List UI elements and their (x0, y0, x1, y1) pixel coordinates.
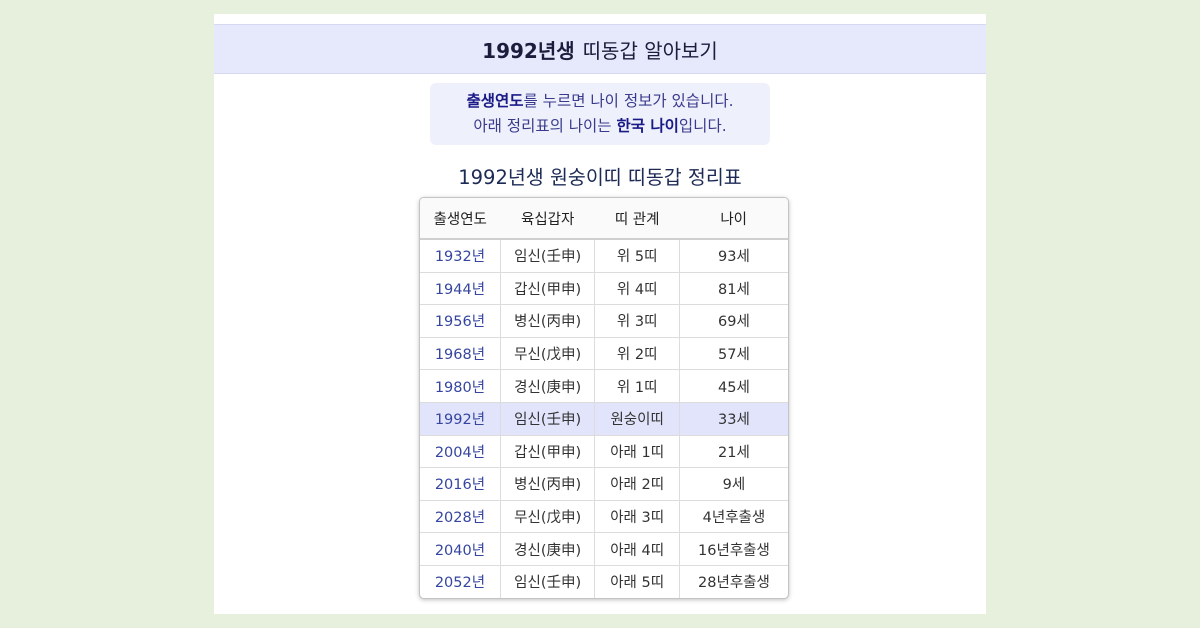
ganji-cell: 임신(壬申) (499, 564, 595, 598)
year-link[interactable]: 2028년 (420, 499, 501, 533)
year-link[interactable]: 1968년 (420, 336, 501, 370)
age-cell: 28년후출생 (678, 564, 788, 598)
age-cell: 57세 (678, 336, 788, 370)
year-link[interactable]: 2004년 (420, 434, 501, 468)
table-row: 2040년 경신(庚申) 아래 4띠 16년후출생 (420, 532, 788, 566)
notice-line2-post: 입니다. (678, 117, 727, 135)
year-link[interactable]: 1980년 (420, 369, 501, 403)
top-spacer (214, 14, 986, 24)
year-link[interactable]: 1992년 (420, 401, 501, 436)
table-title: 1992년생 원숭이띠 띠동갑 정리표 (458, 166, 742, 189)
notice-line1-text: 를 누르면 나이 정보가 있습니다. (523, 92, 734, 110)
ddi-table-container: 출생연도 육십갑자 띠 관계 나이 1932년 임신(壬申) 위 5띠 93세 … (419, 197, 789, 599)
table-row: 1956년 병신(丙申) 위 3띠 69세 (420, 304, 788, 338)
table-row: 1932년 임신(壬申) 위 5띠 93세 (420, 238, 788, 273)
table-row: 2052년 임신(壬申) 아래 5띠 28년후출생 (420, 564, 788, 598)
info-notice: 출생연도를 누르면 나이 정보가 있습니다. 아래 정리표의 나이는 한국 나이… (430, 83, 770, 145)
notice-bold-age: 한국 나이 (616, 117, 679, 135)
year-link[interactable]: 1932년 (420, 238, 501, 273)
notice-bold-year: 출생연도 (466, 92, 524, 110)
year-link[interactable]: 1944년 (420, 271, 501, 305)
relation-cell: 아래 5띠 (594, 564, 680, 598)
relation-cell: 아래 1띠 (594, 434, 680, 468)
table-row: 1944년 갑신(甲申) 위 4띠 81세 (420, 271, 788, 305)
table-row: 2004년 갑신(甲申) 아래 1띠 21세 (420, 434, 788, 468)
ganji-cell: 갑신(甲申) (499, 271, 595, 305)
age-cell: 81세 (678, 271, 788, 305)
relation-cell: 위 3띠 (594, 304, 680, 338)
header-title-bold: 1992년생 (482, 38, 575, 63)
age-cell: 16년후출생 (678, 532, 788, 566)
table-row: 1980년 경신(庚申) 위 1띠 45세 (420, 369, 788, 403)
relation-cell: 위 2띠 (594, 336, 680, 370)
header-title-rest: 띠동갑 알아보기 (582, 38, 718, 63)
relation-cell: 위 4띠 (594, 271, 680, 305)
page-header: 1992년생 띠동갑 알아보기 (214, 24, 986, 74)
ganji-cell: 무신(戊申) (499, 336, 595, 370)
notice-line-1: 출생연도를 누르면 나이 정보가 있습니다. (430, 89, 770, 114)
ganji-cell: 임신(壬申) (499, 401, 595, 436)
notice-line-2: 아래 정리표의 나이는 한국 나이입니다. (430, 114, 770, 139)
column-header-ganji: 육십갑자 (500, 198, 595, 240)
relation-cell: 아래 3띠 (594, 499, 680, 533)
content-card: 1992년생 띠동갑 알아보기 출생연도를 누르면 나이 정보가 있습니다. 아… (214, 14, 986, 614)
relation-cell: 위 1띠 (594, 369, 680, 403)
ddi-table: 출생연도 육십갑자 띠 관계 나이 1932년 임신(壬申) 위 5띠 93세 … (420, 198, 788, 598)
age-cell: 45세 (678, 369, 788, 403)
age-cell: 93세 (678, 238, 788, 273)
year-link[interactable]: 2040년 (420, 532, 501, 566)
relation-cell: 원숭이띠 (594, 401, 680, 436)
relation-cell: 아래 2띠 (594, 467, 680, 501)
column-header-year: 출생연도 (420, 198, 501, 240)
ganji-cell: 경신(庚申) (499, 369, 595, 403)
table-row-current: 1992년 임신(壬申) 원숭이띠 33세 (420, 401, 788, 436)
relation-cell: 위 5띠 (594, 238, 680, 273)
notice-line2-pre: 아래 정리표의 나이는 (473, 117, 617, 135)
age-cell: 21세 (678, 434, 788, 468)
table-header-row: 출생연도 육십갑자 띠 관계 나이 (420, 198, 788, 240)
table-row: 1968년 무신(戊申) 위 2띠 57세 (420, 336, 788, 370)
ganji-cell: 무신(戊申) (499, 499, 595, 533)
column-header-relation: 띠 관계 (594, 198, 680, 240)
table-row: 2028년 무신(戊申) 아래 3띠 4년후출생 (420, 499, 788, 533)
ganji-cell: 병신(丙申) (499, 467, 595, 501)
ganji-cell: 경신(庚申) (499, 532, 595, 566)
year-link[interactable]: 2052년 (420, 564, 501, 598)
column-header-age: 나이 (679, 198, 788, 240)
year-link[interactable]: 2016년 (420, 467, 501, 501)
age-cell: 33세 (678, 401, 788, 436)
ganji-cell: 임신(壬申) (499, 238, 595, 273)
age-cell: 4년후출생 (678, 499, 788, 533)
age-cell: 9세 (678, 467, 788, 501)
year-link[interactable]: 1956년 (420, 304, 501, 338)
table-row: 2016년 병신(丙申) 아래 2띠 9세 (420, 467, 788, 501)
ganji-cell: 병신(丙申) (499, 304, 595, 338)
ganji-cell: 갑신(甲申) (499, 434, 595, 468)
age-cell: 69세 (678, 304, 788, 338)
relation-cell: 아래 4띠 (594, 532, 680, 566)
